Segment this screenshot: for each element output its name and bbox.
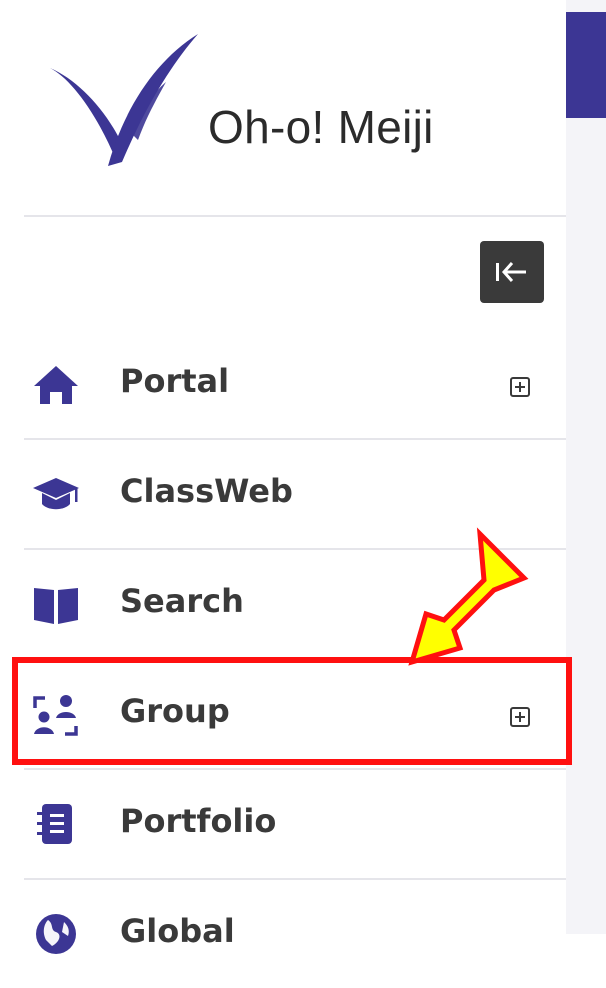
meiji-logo-icon [50, 34, 198, 166]
main-nav: Portal ClassWeb Search Group Portfolio G… [24, 330, 566, 988]
main-content [566, 0, 606, 934]
sidebar-item-label: Group [120, 692, 230, 730]
expand-group-button[interactable] [510, 707, 530, 727]
sidebar-item-label: Global [120, 912, 235, 950]
sidebar-item-group[interactable]: Group [24, 660, 566, 770]
sidebar-item-classweb[interactable]: ClassWeb [24, 440, 566, 550]
divider [24, 215, 566, 217]
book-icon [34, 588, 78, 624]
sidebar-item-label: Search [120, 582, 244, 620]
sidebar-item-label: Portfolio [120, 802, 277, 840]
expand-portal-button[interactable] [510, 377, 530, 397]
brand-name: Oh-o! Meiji [208, 101, 434, 153]
notebook-icon [37, 804, 72, 844]
sidebar-item-portal[interactable]: Portal [24, 330, 566, 440]
sidebar: Oh-o! Meiji Portal ClassWeb Search Group… [0, 0, 566, 954]
sidebar-item-search[interactable]: Search [24, 550, 566, 660]
sidebar-item-portfolio[interactable]: Portfolio [24, 770, 566, 880]
home-icon [34, 366, 78, 404]
sidebar-item-label: Portal [120, 362, 230, 400]
sidebar-item-global[interactable]: Global [24, 880, 566, 988]
main-header [566, 12, 606, 118]
graduation-cap-icon [33, 478, 79, 510]
sidebar-item-label: ClassWeb [120, 472, 293, 510]
collapse-left-icon [496, 262, 526, 282]
brand-logo[interactable]: Oh-o! Meiji [48, 30, 548, 180]
group-icon [33, 695, 78, 736]
globe-icon [36, 914, 76, 954]
collapse-sidebar-button[interactable] [480, 241, 544, 303]
